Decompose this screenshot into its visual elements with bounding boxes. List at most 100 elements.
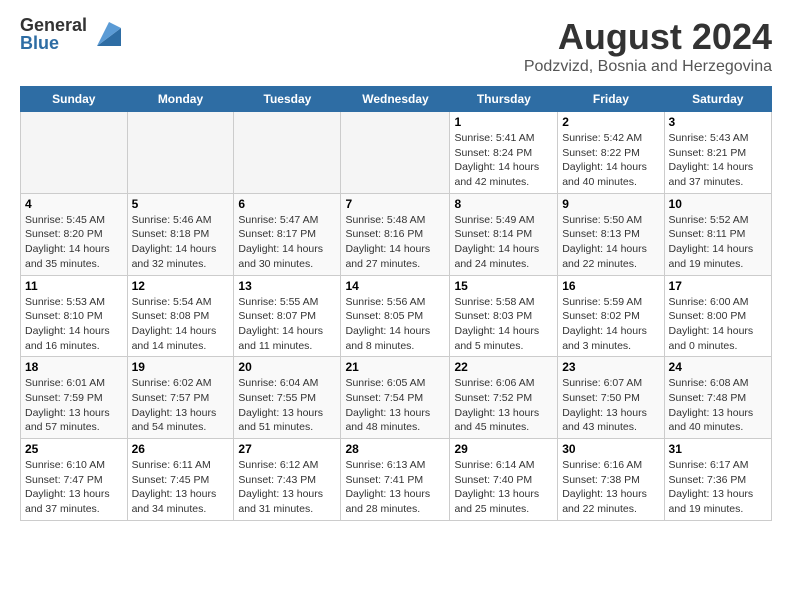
calendar-header-row: Sunday Monday Tuesday Wednesday Thursday… (21, 87, 772, 112)
logo-text: General Blue (20, 16, 87, 52)
day-info: Sunrise: 6:00 AMSunset: 8:00 PMDaylight:… (669, 295, 767, 354)
calendar-cell-w1-d4 (341, 112, 450, 194)
calendar-cell-w4-d1: 18 Sunrise: 6:01 AMSunset: 7:59 PMDayligh… (21, 357, 128, 439)
calendar-cell-w4-d7: 24 Sunrise: 6:08 AMSunset: 7:48 PMDayligh… (664, 357, 771, 439)
day-info: Sunrise: 5:45 AMSunset: 8:20 PMDaylight:… (25, 213, 123, 272)
day-info: Sunrise: 6:05 AMSunset: 7:54 PMDaylight:… (345, 376, 445, 435)
calendar-cell-w1-d7: 3 Sunrise: 5:43 AMSunset: 8:21 PMDaylight… (664, 112, 771, 194)
day-number: 7 (345, 197, 445, 211)
day-number: 23 (562, 360, 659, 374)
day-info: Sunrise: 5:53 AMSunset: 8:10 PMDaylight:… (25, 295, 123, 354)
day-info: Sunrise: 5:59 AMSunset: 8:02 PMDaylight:… (562, 295, 659, 354)
day-info: Sunrise: 6:14 AMSunset: 7:40 PMDaylight:… (454, 458, 553, 517)
calendar-week-1: 1 Sunrise: 5:41 AMSunset: 8:24 PMDaylight… (21, 112, 772, 194)
day-number: 10 (669, 197, 767, 211)
day-number: 4 (25, 197, 123, 211)
day-number: 27 (238, 442, 336, 456)
header: General Blue August 2024 Podzvizd, Bosni… (20, 16, 772, 76)
day-number: 22 (454, 360, 553, 374)
day-number: 5 (132, 197, 230, 211)
logo: General Blue (20, 16, 121, 52)
subtitle: Podzvizd, Bosnia and Herzegovina (524, 58, 772, 76)
calendar-week-5: 25Sunrise: 6:10 AMSunset: 7:47 PMDayligh… (21, 439, 772, 521)
calendar-cell-w1-d1 (21, 112, 128, 194)
col-tuesday: Tuesday (234, 87, 341, 112)
day-number: 21 (345, 360, 445, 374)
calendar-cell-w1-d3 (234, 112, 341, 194)
calendar-cell-w2-d1: 4 Sunrise: 5:45 AMSunset: 8:20 PMDaylight… (21, 193, 128, 275)
calendar-cell-w4-d6: 23 Sunrise: 6:07 AMSunset: 7:50 PMDayligh… (558, 357, 664, 439)
calendar-cell-w4-d2: 19Sunrise: 6:02 AMSunset: 7:57 PMDayligh… (127, 357, 234, 439)
calendar-cell-w3-d5: 15Sunrise: 5:58 AMSunset: 8:03 PMDayligh… (450, 275, 558, 357)
calendar-cell-w2-d7: 10Sunrise: 5:52 AMSunset: 8:11 PMDayligh… (664, 193, 771, 275)
day-info: Sunrise: 5:58 AMSunset: 8:03 PMDaylight:… (454, 295, 553, 354)
day-info: Sunrise: 5:54 AMSunset: 8:08 PMDaylight:… (132, 295, 230, 354)
calendar-cell-w2-d2: 5 Sunrise: 5:46 AMSunset: 8:18 PMDaylight… (127, 193, 234, 275)
calendar-week-3: 11 Sunrise: 5:53 AMSunset: 8:10 PMDayligh… (21, 275, 772, 357)
calendar-cell-w2-d5: 8Sunrise: 5:49 AMSunset: 8:14 PMDaylight… (450, 193, 558, 275)
logo-icon (89, 18, 121, 50)
col-sunday: Sunday (21, 87, 128, 112)
day-info: Sunrise: 5:55 AMSunset: 8:07 PMDaylight:… (238, 295, 336, 354)
calendar-cell-w4-d5: 22 Sunrise: 6:06 AMSunset: 7:52 PMDayligh… (450, 357, 558, 439)
calendar-cell-w5-d4: 28Sunrise: 6:13 AMSunset: 7:41 PMDayligh… (341, 439, 450, 521)
calendar-cell-w2-d3: 6Sunrise: 5:47 AMSunset: 8:17 PMDaylight… (234, 193, 341, 275)
page: General Blue August 2024 Podzvizd, Bosni… (0, 0, 792, 531)
day-info: Sunrise: 5:41 AMSunset: 8:24 PMDaylight:… (454, 131, 553, 190)
day-number: 9 (562, 197, 659, 211)
day-info: Sunrise: 6:17 AMSunset: 7:36 PMDaylight:… (669, 458, 767, 517)
day-number: 12 (132, 279, 230, 293)
day-info: Sunrise: 5:49 AMSunset: 8:14 PMDaylight:… (454, 213, 553, 272)
day-number: 31 (669, 442, 767, 456)
day-info: Sunrise: 6:04 AMSunset: 7:55 PMDaylight:… (238, 376, 336, 435)
col-saturday: Saturday (664, 87, 771, 112)
col-monday: Monday (127, 87, 234, 112)
day-number: 11 (25, 279, 123, 293)
day-info: Sunrise: 5:48 AMSunset: 8:16 PMDaylight:… (345, 213, 445, 272)
calendar-cell-w3-d3: 13 Sunrise: 5:55 AMSunset: 8:07 PMDayligh… (234, 275, 341, 357)
title-block: August 2024 Podzvizd, Bosnia and Herzego… (524, 16, 772, 76)
day-number: 24 (669, 360, 767, 374)
day-info: Sunrise: 6:06 AMSunset: 7:52 PMDaylight:… (454, 376, 553, 435)
day-number: 20 (238, 360, 336, 374)
calendar-cell-w5-d2: 26 Sunrise: 6:11 AMSunset: 7:45 PMDayligh… (127, 439, 234, 521)
day-number: 30 (562, 442, 659, 456)
calendar-cell-w4-d3: 20 Sunrise: 6:04 AMSunset: 7:55 PMDayligh… (234, 357, 341, 439)
day-number: 29 (454, 442, 553, 456)
calendar-cell-w2-d4: 7 Sunrise: 5:48 AMSunset: 8:16 PMDaylight… (341, 193, 450, 275)
day-info: Sunrise: 5:56 AMSunset: 8:05 PMDaylight:… (345, 295, 445, 354)
day-info: Sunrise: 6:01 AMSunset: 7:59 PMDaylight:… (25, 376, 123, 435)
day-number: 16 (562, 279, 659, 293)
calendar-cell-w3-d7: 17Sunrise: 6:00 AMSunset: 8:00 PMDayligh… (664, 275, 771, 357)
day-info: Sunrise: 5:46 AMSunset: 8:18 PMDaylight:… (132, 213, 230, 272)
calendar-week-2: 4 Sunrise: 5:45 AMSunset: 8:20 PMDaylight… (21, 193, 772, 275)
calendar-cell-w3-d4: 14 Sunrise: 5:56 AMSunset: 8:05 PMDayligh… (341, 275, 450, 357)
logo-blue: Blue (20, 34, 87, 52)
day-number: 26 (132, 442, 230, 456)
calendar-cell-w5-d5: 29 Sunrise: 6:14 AMSunset: 7:40 PMDayligh… (450, 439, 558, 521)
day-info: Sunrise: 5:47 AMSunset: 8:17 PMDaylight:… (238, 213, 336, 272)
day-number: 25 (25, 442, 123, 456)
day-info: Sunrise: 6:11 AMSunset: 7:45 PMDaylight:… (132, 458, 230, 517)
day-number: 18 (25, 360, 123, 374)
calendar-cell-w4-d4: 21 Sunrise: 6:05 AMSunset: 7:54 PMDayligh… (341, 357, 450, 439)
calendar-cell-w3-d1: 11 Sunrise: 5:53 AMSunset: 8:10 PMDayligh… (21, 275, 128, 357)
day-info: Sunrise: 5:50 AMSunset: 8:13 PMDaylight:… (562, 213, 659, 272)
day-info: Sunrise: 6:08 AMSunset: 7:48 PMDaylight:… (669, 376, 767, 435)
calendar-cell-w3-d2: 12 Sunrise: 5:54 AMSunset: 8:08 PMDayligh… (127, 275, 234, 357)
calendar-cell-w5-d3: 27Sunrise: 6:12 AMSunset: 7:43 PMDayligh… (234, 439, 341, 521)
day-number: 28 (345, 442, 445, 456)
day-info: Sunrise: 5:43 AMSunset: 8:21 PMDaylight:… (669, 131, 767, 190)
day-number: 1 (454, 115, 553, 129)
calendar-cell-w1-d5: 1 Sunrise: 5:41 AMSunset: 8:24 PMDaylight… (450, 112, 558, 194)
calendar-week-4: 18 Sunrise: 6:01 AMSunset: 7:59 PMDayligh… (21, 357, 772, 439)
day-number: 13 (238, 279, 336, 293)
calendar-cell-w5-d6: 30Sunrise: 6:16 AMSunset: 7:38 PMDayligh… (558, 439, 664, 521)
col-thursday: Thursday (450, 87, 558, 112)
calendar-table: Sunday Monday Tuesday Wednesday Thursday… (20, 86, 772, 521)
main-title: August 2024 (524, 16, 772, 58)
logo-general: General (20, 16, 87, 34)
day-number: 14 (345, 279, 445, 293)
day-number: 3 (669, 115, 767, 129)
day-info: Sunrise: 6:07 AMSunset: 7:50 PMDaylight:… (562, 376, 659, 435)
